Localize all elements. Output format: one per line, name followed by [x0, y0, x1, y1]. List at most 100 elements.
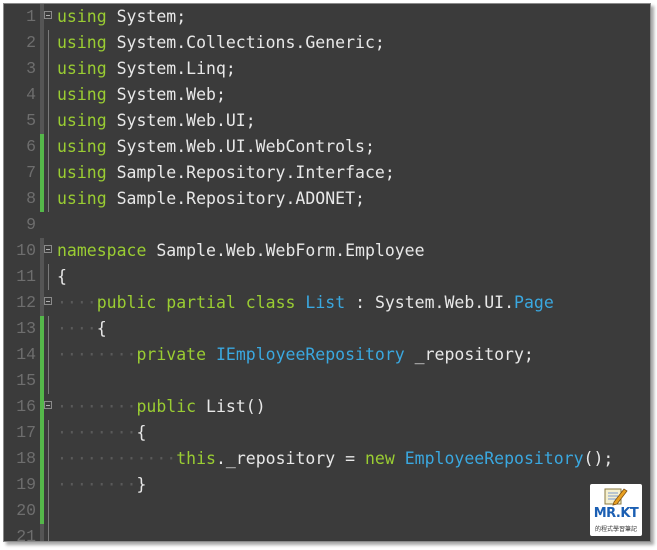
code-text: using System.Web; [57, 82, 226, 108]
code-line[interactable]: 4 using System.Web; [4, 82, 650, 108]
keyword-token: namespace [57, 241, 147, 260]
text-token: System.Linq; [106, 59, 236, 78]
collapse-icon[interactable] [44, 297, 52, 305]
collapse-icon[interactable] [44, 401, 52, 409]
line-number: 16 [16, 397, 36, 416]
code-line[interactable]: 20 [4, 498, 650, 524]
line-number: 9 [26, 215, 36, 234]
notepad-pencil-icon [604, 488, 628, 506]
code-text: using System.Collections.Generic; [57, 30, 385, 56]
type-token: EmployeeRepository [404, 449, 584, 468]
outline-guide [48, 82, 49, 108]
code-text: using System.Linq; [57, 56, 236, 82]
code-text: ····public partial class List : System.W… [57, 290, 554, 316]
text-token: System.Web.UI; [106, 111, 256, 130]
keyword-token: using [57, 189, 107, 208]
line-marker [40, 524, 44, 541]
keyword-token: public [96, 293, 157, 312]
code-line[interactable]: 11 { [4, 264, 650, 290]
line-number: 19 [16, 475, 36, 494]
outline-guide [48, 134, 49, 160]
code-line[interactable]: 2 using System.Collections.Generic; [4, 30, 650, 56]
outline-guide [48, 186, 49, 212]
code-line[interactable]: 14 ········private IEmployeeRepository _r… [4, 342, 650, 368]
collapse-icon[interactable] [44, 245, 52, 253]
outline-guide [48, 264, 49, 290]
code-text: using System.Web.UI.WebControls; [57, 134, 375, 160]
changed-line-marker [40, 186, 44, 212]
line-number: 5 [26, 111, 36, 130]
code-line[interactable]: 3 using System.Linq; [4, 56, 650, 82]
text-token: { [57, 267, 67, 286]
code-line[interactable]: 18 ············this._repository = new Emp… [4, 446, 650, 472]
code-text: ········} [57, 472, 146, 498]
line-marker [40, 212, 44, 238]
text-token: (); [583, 449, 614, 468]
code-line[interactable]: 9 [4, 212, 650, 238]
changed-line-marker [40, 498, 44, 524]
code-text: ········public List() [57, 394, 266, 420]
text-token: List() [196, 397, 266, 416]
line-number: 18 [16, 449, 36, 468]
watermark-subtitle: 的程式學習筆記 [594, 526, 637, 533]
line-marker [40, 56, 44, 82]
line-number: 1 [26, 7, 36, 26]
code-line[interactable]: 17 ········{ [4, 420, 650, 446]
code-text: ············this._repository = new Emplo… [57, 446, 613, 472]
whitespace-dots: ···· [57, 293, 97, 312]
line-number: 7 [26, 163, 36, 182]
whitespace-dots: ········ [57, 397, 137, 416]
line-marker [40, 264, 44, 290]
text-token: _repository; [404, 345, 534, 364]
outline-guide [48, 446, 49, 472]
changed-line-marker [40, 342, 44, 368]
code-line[interactable]: 19 ········} [4, 472, 650, 498]
code-line[interactable]: 5 using System.Web.UI; [4, 108, 650, 134]
code-line[interactable]: 13 ····{ [4, 316, 650, 342]
text-token: Sample.Web.WebForm.Employee [146, 241, 425, 260]
text-token: { [96, 319, 107, 338]
watermark-logo: MR.KT 的程式學習筆記 [590, 484, 642, 536]
collapse-icon[interactable] [44, 11, 52, 19]
keyword-token: using [57, 59, 107, 78]
outline-guide [48, 524, 49, 541]
changed-line-marker [40, 446, 44, 472]
keyword-token: using [57, 111, 107, 130]
outline-guide [48, 160, 49, 186]
text-token: System; [106, 7, 187, 26]
code-line[interactable]: 21 [4, 524, 650, 541]
keyword-token: using [57, 85, 107, 104]
code-line[interactable]: 1 using System; [4, 4, 650, 30]
code-text: ········private IEmployeeRepository _rep… [57, 342, 534, 368]
code-line[interactable]: 15 [4, 368, 650, 394]
line-number: 10 [16, 241, 36, 260]
code-line[interactable]: 7 using Sample.Repository.Interface; [4, 160, 650, 186]
whitespace-dots: ········ [57, 423, 137, 442]
keyword-token: class [245, 293, 296, 312]
outline-guide [48, 368, 49, 394]
line-number: 14 [16, 345, 36, 364]
code-editor[interactable]: 1 using System; 2 using System.Collections.… [4, 4, 650, 541]
code-text: using System.Web.UI; [57, 108, 256, 134]
line-number: 17 [16, 423, 36, 442]
changed-line-marker [40, 316, 44, 342]
code-line[interactable]: 12 ····public partial class List : System… [4, 290, 650, 316]
text-token: System.Web.UI.WebControls; [106, 137, 375, 156]
line-number: 20 [16, 501, 36, 520]
text-token: ._repository = [215, 449, 365, 468]
code-line[interactable]: 16 ········public List() [4, 394, 650, 420]
outline-guide [48, 56, 49, 82]
changed-line-marker [40, 134, 44, 160]
text-token: System.Web; [106, 85, 226, 104]
code-line[interactable]: 6 using System.Web.UI.WebControls; [4, 134, 650, 160]
outline-guide [48, 342, 49, 368]
whitespace-dots: ············ [57, 449, 177, 468]
watermark-title: MR.KT [593, 506, 639, 521]
line-number: 3 [26, 59, 36, 78]
type-token: IEmployeeRepository [215, 345, 405, 364]
type-token: List [305, 293, 346, 312]
code-line[interactable]: 10 namespace Sample.Web.WebForm.Employee [4, 238, 650, 264]
code-line[interactable]: 8 using Sample.Repository.ADONET; [4, 186, 650, 212]
